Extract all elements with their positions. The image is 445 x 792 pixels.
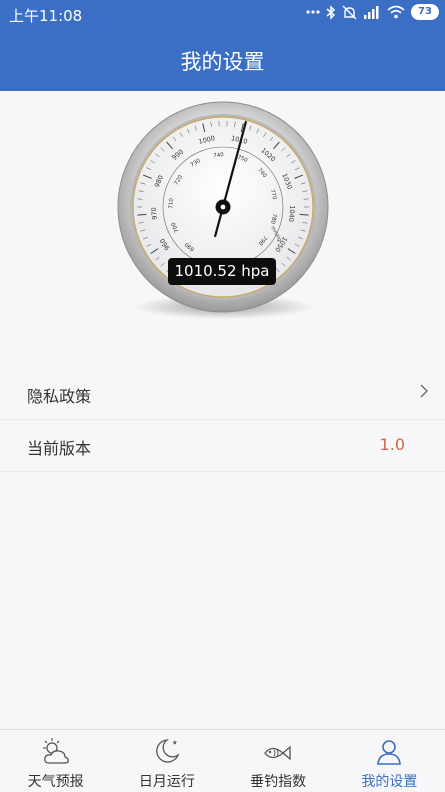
gauge-inner-label: 710 — [168, 197, 175, 208]
current-version-row: 当前版本 1.0 — [0, 420, 445, 472]
pressure-reading: 1010.52 hpa — [168, 258, 276, 285]
privacy-policy-row[interactable]: 隐私政策 — [0, 368, 445, 420]
privacy-policy-label: 隐私政策 — [27, 387, 92, 406]
tab-sun-moon-label: 日月运行 — [138, 774, 195, 790]
dots-icon — [306, 10, 320, 14]
signal-icon — [364, 6, 379, 19]
gauge-outer-label: 970 — [150, 207, 159, 220]
weather-icon — [42, 738, 69, 764]
chevron-right-icon — [420, 384, 428, 398]
current-version-label: 当前版本 — [27, 439, 92, 458]
app-header: 上午11:08 73 我的设置 — [0, 0, 445, 91]
tab-fishing-label: 垂钓指数 — [250, 774, 307, 790]
tab-weather[interactable]: 天气预报 — [0, 730, 111, 792]
bluetooth-icon — [326, 4, 336, 20]
barometer-gauge: 9509609709809901000101010201030104010501… — [113, 95, 335, 325]
tab-settings[interactable]: 我的设置 — [334, 730, 445, 792]
battery-icon: 73 — [411, 4, 439, 20]
page-title: 我的设置 — [180, 50, 265, 74]
tab-sun-moon[interactable]: 日月运行 — [111, 730, 222, 792]
gauge-hub-center — [220, 204, 226, 210]
version-value: 1.0 — [379, 435, 405, 454]
alarm-off-icon — [342, 5, 357, 19]
status-bar: 上午11:08 73 — [0, 0, 445, 28]
wifi-icon — [387, 5, 405, 19]
gauge-outer-label: 1040 — [287, 205, 297, 222]
tab-fishing[interactable]: 垂钓指数 — [223, 730, 334, 792]
fish-icon — [264, 745, 291, 761]
gauge-inner-label: 740 — [213, 152, 224, 159]
moon-icon — [155, 739, 180, 763]
status-icons: 73 — [306, 4, 439, 20]
bottom-tab-bar: 天气预报 日月运行 垂钓指数 我的设置 — [0, 729, 445, 792]
status-time: 上午11:08 — [9, 7, 83, 25]
tab-weather-label: 天气预报 — [27, 774, 84, 790]
tab-settings-label: 我的设置 — [361, 774, 418, 790]
settings-menu: 隐私政策 当前版本 1.0 — [0, 368, 445, 472]
user-icon — [377, 740, 402, 765]
